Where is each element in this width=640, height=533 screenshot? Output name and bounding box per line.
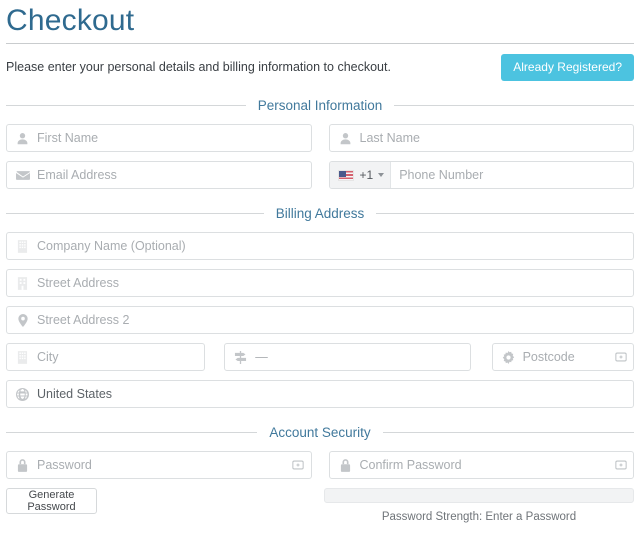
- postcode-placeholder: Postcode: [522, 350, 575, 364]
- password-strength-label: Password Strength: Enter a Password: [381, 511, 577, 523]
- section-header-personal-information: Personal Information: [6, 95, 635, 115]
- page-subtitle: Please enter your personal details and b…: [6, 60, 391, 74]
- email-placeholder: Email Address: [37, 168, 117, 182]
- state-value: —: [255, 350, 268, 364]
- page-title: Checkout: [6, 4, 135, 37]
- state-field[interactable]: —: [224, 343, 471, 371]
- map-pin-icon: [15, 313, 30, 327]
- country-dial-code: +1: [359, 168, 374, 182]
- city-placeholder: City: [37, 350, 59, 364]
- office-building-icon: [15, 276, 30, 290]
- password-placeholder: Password: [37, 458, 92, 472]
- title-divider: [6, 43, 634, 44]
- first-name-placeholder: First Name: [37, 131, 99, 145]
- postcode-lookup-icon[interactable]: [614, 351, 627, 364]
- phone-field[interactable]: +1 Phone Number: [328, 161, 634, 189]
- building-icon: [15, 350, 30, 364]
- globe-icon: [15, 387, 30, 401]
- confirm-password-placeholder: Confirm Password: [359, 458, 462, 472]
- section-rule-right: [394, 104, 635, 106]
- company-row: Company Name (Optional): [6, 232, 634, 260]
- country-field[interactable]: United States: [6, 380, 634, 408]
- section-title: Account Security: [269, 424, 371, 440]
- street-address-2-field[interactable]: Street Address 2: [6, 306, 634, 334]
- postcode-field[interactable]: Postcode: [491, 343, 634, 371]
- company-name-placeholder: Company Name (Optional): [37, 239, 186, 253]
- section-rule-left: [6, 212, 264, 214]
- section-rule-right: [382, 431, 635, 433]
- signpost-icon: [233, 350, 248, 364]
- phone-placeholder: Phone Number: [399, 168, 484, 182]
- street-address-placeholder: Street Address: [37, 276, 119, 290]
- street2-row: Street Address 2: [6, 306, 634, 334]
- street-address-2-placeholder: Street Address 2: [37, 313, 130, 327]
- name-row: First Name Last Name: [6, 124, 634, 152]
- us-flag-icon: [337, 169, 354, 181]
- already-registered-button[interactable]: Already Registered?: [501, 53, 634, 81]
- section-rule-left: [6, 104, 246, 106]
- toggle-password-visibility-icon[interactable]: [292, 459, 305, 472]
- section-rule-right: [376, 212, 634, 214]
- user-icon: [338, 131, 353, 145]
- password-tools-row: Generate Password Password Strength: Ent…: [6, 488, 634, 523]
- last-name-field[interactable]: Last Name: [328, 124, 634, 152]
- subtitle-row: Please enter your personal details and b…: [6, 53, 634, 81]
- email-field[interactable]: Email Address: [6, 161, 312, 189]
- toggle-confirm-password-visibility-icon[interactable]: [614, 459, 627, 472]
- password-strength-group: Password Strength: Enter a Password: [324, 488, 634, 523]
- contact-row: Email Address +1 Phone Number: [6, 161, 634, 189]
- company-name-field[interactable]: Company Name (Optional): [6, 232, 634, 260]
- confirm-password-field[interactable]: Confirm Password: [328, 451, 634, 479]
- password-row: Password Confirm Password: [6, 451, 634, 479]
- section-rule-left: [6, 431, 258, 433]
- user-icon: [15, 131, 30, 145]
- city-state-postcode-row: City — Postcode: [6, 343, 634, 371]
- city-field[interactable]: City: [6, 343, 206, 371]
- last-name-placeholder: Last Name: [359, 131, 420, 145]
- section-header-account-security: Account Security: [6, 422, 635, 442]
- lock-icon: [15, 458, 30, 472]
- lock-icon: [338, 458, 353, 472]
- generate-password-button[interactable]: Generate Password: [6, 488, 97, 514]
- chevron-down-icon: [378, 173, 385, 177]
- first-name-field[interactable]: First Name: [6, 124, 312, 152]
- password-field[interactable]: Password: [6, 451, 312, 479]
- section-header-billing-address: Billing Address: [6, 203, 634, 223]
- country-code-selector[interactable]: +1: [329, 162, 392, 188]
- country-value: United States: [37, 387, 113, 401]
- envelope-icon: [15, 168, 30, 182]
- checkout-page: Checkout Please enter your personal deta…: [0, 4, 640, 533]
- password-strength-bar: [324, 488, 634, 503]
- country-row: United States: [6, 380, 634, 408]
- building-icon: [15, 239, 30, 253]
- section-title: Personal Information: [257, 97, 383, 113]
- gear-icon: [501, 350, 516, 364]
- street1-row: Street Address: [6, 269, 634, 297]
- section-title: Billing Address: [275, 205, 365, 221]
- street-address-field[interactable]: Street Address: [6, 269, 634, 297]
